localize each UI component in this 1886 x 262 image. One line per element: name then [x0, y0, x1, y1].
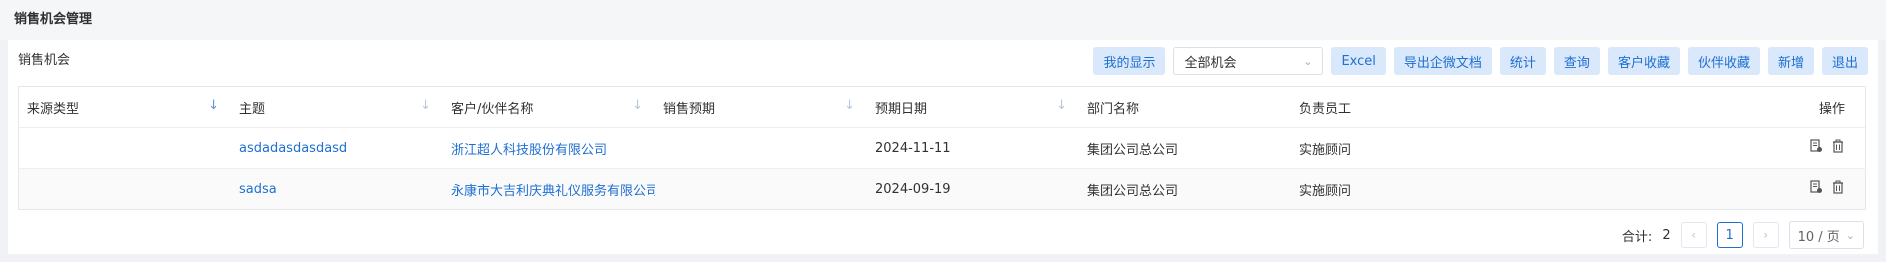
- table-row[interactable]: asdadasdasdasd 浙江超人科技股份有限公司 2024-11-11 集…: [19, 128, 1865, 169]
- cell-owner: 实施顾问: [1299, 142, 1352, 158]
- sort-down-icon[interactable]: ↓: [1056, 98, 1067, 113]
- filter-value: 全部机会: [1184, 55, 1237, 71]
- query-button[interactable]: 查询: [1553, 47, 1600, 75]
- cell-subject-link[interactable]: sadsa: [231, 182, 443, 197]
- page-size-select[interactable]: 10 / 页 ⌄: [1788, 221, 1864, 249]
- toolbar-actions: 我的显示 全部机会 ⌄ Excel 导出企微文档 统计 查询 客户收藏 伙伴收藏…: [1093, 46, 1868, 76]
- partner-favorites-button[interactable]: 伙伴收藏: [1687, 47, 1760, 75]
- sort-down-icon[interactable]: ↓: [632, 98, 643, 113]
- cell-actions: [1503, 180, 1865, 198]
- add-button[interactable]: 新增: [1767, 47, 1814, 75]
- column-header-subject[interactable]: 主题 ↓: [231, 98, 443, 117]
- statistics-button[interactable]: 统计: [1499, 47, 1546, 75]
- cell-date: 2024-09-19: [875, 181, 951, 197]
- opportunity-table: 来源类型 ↓ 主题 ↓ 客户/伙伴名称 ↓ 销售预期 ↓ 预期日期 ↓ 部门名称: [18, 86, 1866, 210]
- customer-favorites-button[interactable]: 客户收藏: [1607, 47, 1680, 75]
- cell-owner: 实施顾问: [1299, 183, 1352, 199]
- column-header-date[interactable]: 预期日期 ↓: [867, 98, 1079, 117]
- excel-button[interactable]: Excel: [1331, 47, 1386, 75]
- total-count: 2: [1662, 227, 1671, 243]
- cell-subject-link[interactable]: asdadasdasdasd: [231, 141, 443, 156]
- document-edit-icon[interactable]: [1809, 180, 1823, 194]
- column-header-dept: 部门名称: [1087, 101, 1140, 117]
- export-wecom-doc-button[interactable]: 导出企微文档: [1393, 47, 1492, 75]
- page-size-value: 10 / 页: [1797, 229, 1840, 245]
- cell-date: 2024-11-11: [875, 140, 951, 156]
- section-label: 销售机会: [18, 53, 71, 68]
- page-title: 销售机会管理: [0, 0, 1886, 40]
- column-header-actions: 操作: [1818, 101, 1845, 117]
- trash-icon[interactable]: [1831, 139, 1845, 153]
- cell-customer-link[interactable]: 浙江超人科技股份有限公司: [443, 139, 655, 158]
- opportunity-filter-select[interactable]: 全部机会 ⌄: [1173, 47, 1324, 75]
- cell-dept: 集团公司总公司: [1087, 142, 1179, 158]
- cell-actions: [1503, 139, 1865, 157]
- document-edit-icon[interactable]: [1809, 139, 1823, 153]
- next-page-button[interactable]: ›: [1752, 222, 1779, 248]
- table-header: 来源类型 ↓ 主题 ↓ 客户/伙伴名称 ↓ 销售预期 ↓ 预期日期 ↓ 部门名称: [19, 87, 1865, 128]
- sort-down-icon[interactable]: ↓: [208, 98, 219, 113]
- trash-icon[interactable]: [1831, 180, 1845, 194]
- my-display-button[interactable]: 我的显示: [1093, 47, 1166, 75]
- table-row[interactable]: sadsa 永康市大吉利庆典礼仪服务有限公司 2024-09-19 集团公司总公…: [19, 169, 1865, 209]
- cell-customer-link[interactable]: 永康市大吉利庆典礼仪服务有限公司: [443, 180, 655, 199]
- chevron-down-icon: ⌄: [1845, 228, 1855, 242]
- sort-down-icon[interactable]: ↓: [420, 98, 431, 113]
- current-page-button[interactable]: 1: [1716, 222, 1743, 248]
- column-header-expectation[interactable]: 销售预期 ↓: [655, 98, 867, 117]
- pagination: 合计: 2 ‹ 1 › 10 / 页 ⌄: [1622, 220, 1864, 250]
- sort-down-icon[interactable]: ↓: [844, 98, 855, 113]
- exit-button[interactable]: 退出: [1821, 47, 1868, 75]
- total-label: 合计:: [1621, 229, 1653, 245]
- main-card: 销售机会 我的显示 全部机会 ⌄ Excel 导出企微文档 统计 查询 客户收藏…: [8, 40, 1878, 254]
- cell-dept: 集团公司总公司: [1087, 183, 1179, 199]
- column-header-owner: 负责员工: [1299, 101, 1352, 117]
- prev-page-button[interactable]: ‹: [1680, 222, 1707, 248]
- column-header-customer[interactable]: 客户/伙伴名称 ↓: [443, 98, 655, 117]
- column-header-source[interactable]: 来源类型 ↓: [19, 98, 231, 117]
- toolbar: 销售机会 我的显示 全部机会 ⌄ Excel 导出企微文档 统计 查询 客户收藏…: [8, 46, 1878, 76]
- chevron-down-icon: ⌄: [1303, 54, 1313, 68]
